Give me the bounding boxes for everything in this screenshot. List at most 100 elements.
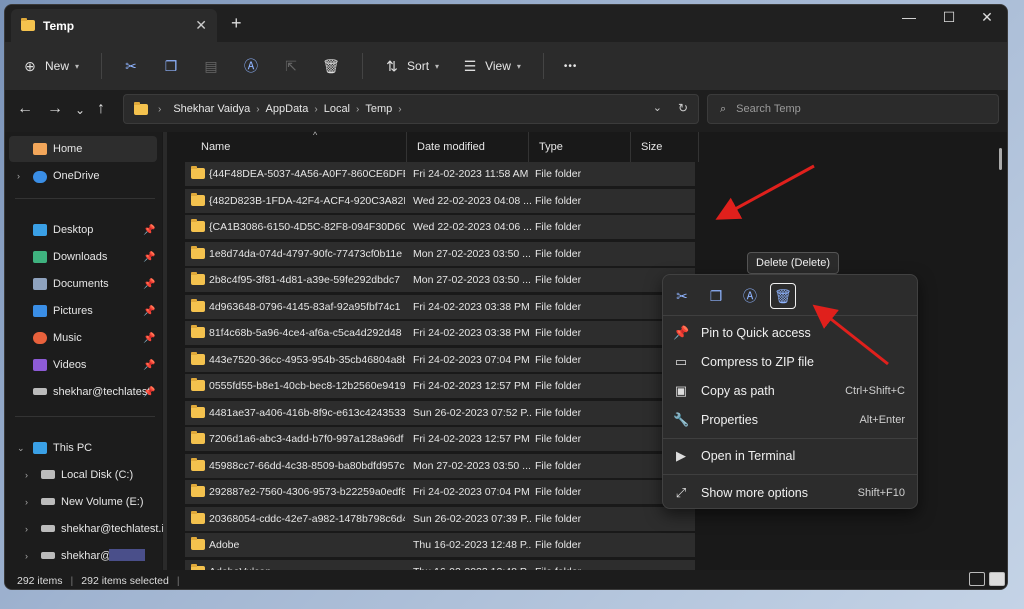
breadcrumb-local[interactable]: Local (324, 103, 350, 115)
file-row[interactable]: {44F48DEA-5037-4A56-A0F7-860CE6DFB... Fri… (185, 162, 695, 186)
view-button[interactable]: ☰ View ▾ (461, 57, 521, 75)
sidebar-item-onedrive[interactable]: › OneDrive (5, 163, 157, 189)
file-name: 0555fd55-b8e1-40cb-bec8-12b2560e9419 (209, 380, 405, 392)
sidebar-item-pictures[interactable]: Pictures 📌 (5, 298, 157, 324)
search-input[interactable]: ⌕ Search Temp (707, 94, 999, 124)
plus-circle-icon: ⊕ (24, 57, 36, 74)
menu-item-label: Compress to ZIP file (701, 355, 815, 369)
sidebar-item-label: Local Disk (C:) (61, 469, 134, 481)
file-row[interactable]: 4d963648-0796-4145-83af-92a95fbf74c1 Fri … (185, 294, 695, 319)
column-header-date[interactable]: Date modified (407, 132, 529, 162)
paste-button[interactable]: ▤ (202, 57, 220, 75)
up-arrow-icon[interactable]: ↑ (97, 100, 105, 118)
maximize-button[interactable]: ☐ (929, 9, 969, 26)
rename-button[interactable]: Ⓐ (242, 57, 260, 75)
file-list-scrollbar[interactable] (999, 148, 1002, 170)
recent-chevron-icon[interactable]: ⌄ (75, 103, 85, 117)
menu-item-label: Show more options (701, 486, 809, 500)
delete-icon[interactable]: 🗑 (770, 283, 796, 309)
tiles-view-icon[interactable] (989, 572, 1005, 586)
file-row[interactable]: 7206d1a6-abc3-4add-b7f0-997a128a96df Fri … (185, 427, 695, 451)
sidebar-item-local-disk[interactable]: › Local Disk (C:) (5, 462, 157, 488)
file-row[interactable]: 81f4c68b-5a96-4ce4-af6a-c5ca4d292d48 Fri … (185, 321, 695, 345)
copy-icon: ❐ (164, 57, 178, 74)
cut-icon[interactable]: ✂ (669, 283, 695, 309)
column-header-name[interactable]: Name ^ (191, 130, 407, 162)
close-tab-icon[interactable]: ✕ (195, 17, 207, 34)
file-type: File folder (535, 512, 582, 525)
folder-icon (191, 484, 205, 497)
compress-to-zip-item[interactable]: ▭ Compress to ZIP file (671, 349, 911, 375)
sidebar-item-this-pc[interactable]: ⌄ This PC (5, 435, 157, 461)
pin-icon: 📌 (143, 359, 156, 371)
delete-button[interactable]: 🗑 (322, 57, 340, 75)
sidebar-item-label: shekhar@ (61, 550, 112, 562)
file-name: {CA1B3086-6150-4D5C-82F8-094F30D6C0... (209, 221, 405, 233)
rename-icon[interactable]: Ⓐ (737, 283, 763, 309)
forward-arrow-icon[interactable]: → (47, 100, 63, 118)
breadcrumb-appdata[interactable]: AppData (266, 103, 309, 115)
menu-item-label: Open in Terminal (701, 449, 796, 463)
show-more-options-item[interactable]: ⤢ Show more options Shift+F10 (671, 480, 911, 506)
sidebar-item-home[interactable]: Home (9, 136, 157, 162)
sidebar-item-network-drive-2[interactable]: › shekhar@techlatest.i (5, 516, 164, 542)
back-arrow-icon[interactable]: ← (17, 100, 33, 118)
file-row[interactable]: 292887e2-7560-4306-9573-b22259a0edf8 Fri … (185, 480, 695, 504)
column-name-label: Name (201, 141, 231, 153)
column-header-type[interactable]: Type (529, 132, 631, 162)
sidebar-item-music[interactable]: Music 📌 (5, 325, 157, 351)
sidebar-item-label: Pictures (53, 305, 93, 317)
breadcrumb-temp[interactable]: Temp (365, 103, 392, 115)
sidebar-item-documents[interactable]: Documents 📌 (5, 271, 157, 297)
address-row: ← → ⌄ ↑ › Shekhar Vaidya › AppData › Loc… (5, 90, 1007, 132)
address-bar[interactable]: › Shekhar Vaidya › AppData › Local › Tem… (123, 94, 699, 124)
sidebar-item-new-volume[interactable]: › New Volume (E:) (5, 489, 157, 515)
open-in-terminal-item[interactable]: ▶ Open in Terminal (671, 443, 911, 469)
context-menu: ✂ ❐ Ⓐ 🗑 📌 Pin to Quick access ▭ Compress… (662, 274, 918, 509)
chevron-down-icon: ▾ (75, 61, 80, 71)
details-view-icon[interactable] (969, 572, 985, 586)
new-button[interactable]: ⊕ New ▾ (21, 57, 79, 75)
file-row[interactable]: 20368054-cddc-42e7-a982-1478b798c6d4 Sun … (185, 506, 695, 531)
file-date: Fri 24-02-2023 11:58 AM (413, 168, 529, 180)
navigation-pane: Home › OneDrive Desktop 📌 Downloads 📌 Do… (5, 132, 164, 570)
folder-icon (191, 537, 205, 550)
folder-icon (191, 298, 205, 312)
menu-item-label: Pin to Quick access (701, 326, 811, 340)
file-row[interactable]: {482D823B-1FDA-42F4-ACF4-920C3A82D... Wed… (185, 188, 695, 213)
folder-icon (191, 378, 205, 391)
refresh-icon[interactable]: ↻ (678, 101, 688, 115)
copy-as-path-item[interactable]: ▣ Copy as path Ctrl+Shift+C (671, 378, 911, 404)
breadcrumb-user[interactable]: Shekhar Vaidya (173, 103, 250, 115)
file-row[interactable]: Adobe Thu 16-02-2023 12:48 P... File folde… (185, 533, 695, 557)
sidebar-scrollbar[interactable] (163, 132, 167, 570)
file-row[interactable]: {CA1B3086-6150-4D5C-82F8-094F30D6C0... We… (185, 215, 695, 239)
sidebar-item-network-drive-3[interactable]: › shekhar@ (5, 543, 157, 569)
tab-temp[interactable]: Temp ✕ (11, 9, 217, 42)
file-row[interactable]: 0555fd55-b8e1-40cb-bec8-12b2560e9419 Fri … (185, 374, 695, 398)
see-more-button[interactable]: ••• (564, 61, 578, 72)
new-tab-button[interactable]: + (231, 13, 242, 34)
sidebar-item-network-drive[interactable]: shekhar@techlatest 📌 (5, 379, 157, 405)
sidebar-item-desktop[interactable]: Desktop 📌 (5, 217, 157, 243)
close-window-button[interactable]: ✕ (967, 9, 1007, 26)
sort-button[interactable]: ⇅ Sort ▾ (383, 57, 439, 75)
copy-icon[interactable]: ❐ (703, 283, 729, 309)
properties-item[interactable]: 🔧 Properties Alt+Enter (671, 407, 911, 433)
minimize-button[interactable]: — (889, 9, 929, 25)
column-size-label: Size (641, 141, 663, 153)
file-row[interactable]: 45988cc7-66dd-4c38-8509-ba80bdfd957c Mon … (185, 453, 695, 478)
column-header-size[interactable]: Size (631, 132, 699, 162)
cut-button[interactable]: ✂ (122, 57, 140, 75)
file-row[interactable]: 2b8c4f95-3f81-4d81-a39e-59fe292dbdc7 Mon … (185, 268, 695, 292)
file-row[interactable]: 1e8d74da-074d-4797-90fc-77473cf0b11e Mon … (185, 241, 695, 266)
file-row[interactable]: 4481ae37-a406-416b-8f9c-e613c4243533 Sun … (185, 400, 695, 425)
sidebar-item-videos[interactable]: Videos 📌 (5, 352, 157, 378)
pin-to-quick-access-item[interactable]: 📌 Pin to Quick access (671, 320, 911, 346)
selected-count: 292 items selected (81, 574, 169, 587)
address-dropdown-icon[interactable]: ⌄ (653, 101, 662, 114)
copy-button[interactable]: ❐ (162, 57, 180, 75)
share-button[interactable]: ⇱ (282, 57, 300, 75)
sidebar-item-downloads[interactable]: Downloads 📌 (5, 244, 157, 270)
file-row[interactable]: 443e7520-36cc-4953-954b-35cb46804a8b Fri … (185, 347, 695, 372)
